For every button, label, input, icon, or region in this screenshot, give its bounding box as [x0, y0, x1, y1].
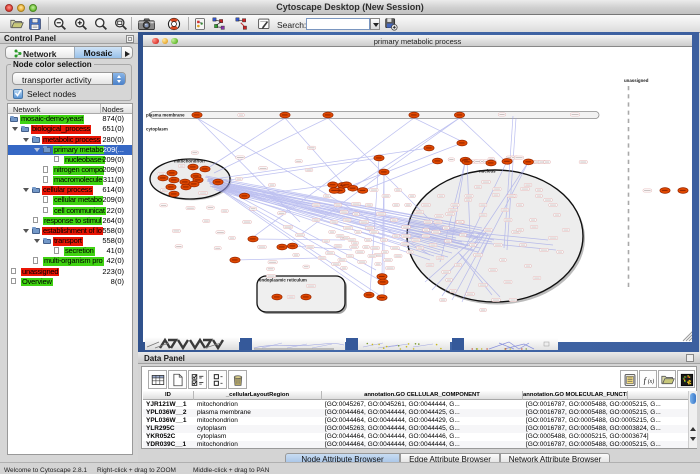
svg-text:plasma membrane: plasma membrane — [146, 112, 185, 117]
svg-text:unassigned: unassigned — [624, 78, 649, 83]
svg-text:endoplasmic reticulum: endoplasmic reticulum — [259, 278, 307, 283]
svg-text:cytoplasm: cytoplasm — [146, 127, 168, 132]
svg-text:nucleus: nucleus — [479, 169, 496, 174]
svg-text:(x): (x) — [648, 378, 654, 385]
svg-text:mitochondrion: mitochondrion — [174, 159, 205, 164]
